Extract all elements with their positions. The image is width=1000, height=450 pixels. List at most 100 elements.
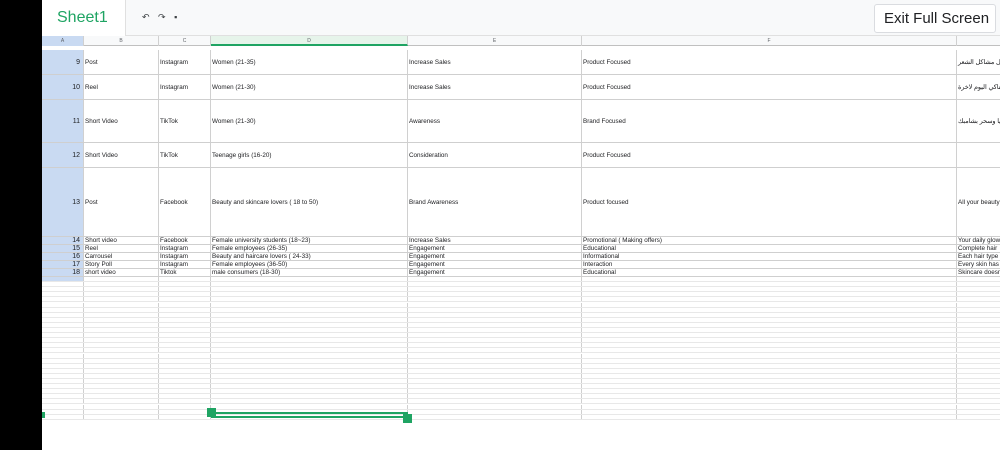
empty-cell[interactable] [84,322,159,327]
empty-cell[interactable] [957,394,1000,398]
empty-cell[interactable] [159,277,211,282]
spreadsheet-grid[interactable]: ABCDEF 109PostInstagramWomen (21-35)Incr… [42,36,1000,450]
cell-id[interactable]: 9 [42,50,84,74]
empty-cell[interactable] [582,333,957,338]
empty-cell[interactable] [211,394,408,399]
cell-audience[interactable]: Women (21-30) [211,100,408,142]
cell-type[interactable]: Short Video [84,100,159,142]
empty-cell[interactable] [84,414,159,419]
cell-id[interactable]: 12 [42,143,84,167]
empty-cell[interactable] [582,409,957,414]
empty-cell[interactable] [211,297,408,302]
empty-cell[interactable] [957,374,1000,378]
cell-platform[interactable]: Tiktok [159,269,211,276]
empty-cell[interactable] [159,297,211,302]
empty-cell[interactable] [957,308,1000,312]
cell-audience[interactable]: Female employees (36-50) [211,261,408,268]
empty-cell[interactable] [582,368,957,373]
empty-cell[interactable] [42,368,84,373]
empty-cell[interactable] [957,384,1000,388]
empty-cell[interactable] [211,404,408,409]
empty-cell[interactable] [84,338,159,343]
cell-focus[interactable]: Interaction [582,261,957,268]
empty-cell[interactable] [582,343,957,348]
empty-cell[interactable] [159,338,211,343]
empty-cell[interactable] [582,389,957,394]
empty-cell[interactable] [957,359,1000,363]
empty-cell[interactable] [42,343,84,348]
cell-focus[interactable]: Brand Focused [582,100,957,142]
empty-cell[interactable] [84,343,159,348]
empty-cell[interactable] [42,379,84,384]
cell-platform[interactable]: Facebook [159,237,211,244]
empty-cell[interactable] [42,394,84,399]
empty-cell[interactable] [42,282,84,287]
empty-cell[interactable] [957,415,1000,419]
empty-cell[interactable] [84,399,159,404]
empty-cell[interactable] [211,343,408,348]
cell-id[interactable]: 14 [42,237,84,244]
empty-cell[interactable] [582,373,957,378]
empty-cell[interactable] [159,343,211,348]
empty-cell[interactable] [159,307,211,312]
empty-cell[interactable] [957,389,1000,393]
empty-cell[interactable] [159,373,211,378]
empty-cell[interactable] [408,287,582,292]
empty-cell[interactable] [84,409,159,414]
empty-cell[interactable] [408,317,582,322]
empty-cell[interactable] [408,277,582,282]
empty-cell[interactable] [211,282,408,287]
empty-cell[interactable] [42,328,84,333]
empty-cell[interactable] [211,368,408,373]
empty-cell[interactable] [211,302,408,307]
empty-cell[interactable] [159,399,211,404]
empty-cell[interactable] [159,358,211,363]
empty-cell[interactable] [408,338,582,343]
column-header-e[interactable]: E [408,36,582,46]
empty-cell[interactable] [211,287,408,292]
empty-cell[interactable] [84,333,159,338]
column-header-f[interactable]: F [582,36,957,46]
empty-cell[interactable] [84,328,159,333]
empty-cell[interactable] [84,277,159,282]
cell-audience[interactable]: Women (21-35) [211,50,408,74]
empty-cell[interactable] [84,348,159,353]
empty-cell[interactable] [408,384,582,389]
cell-id[interactable]: 13 [42,168,84,236]
empty-cell[interactable] [42,292,84,297]
cell-audience[interactable]: male consumers (18-30) [211,269,408,276]
empty-cell[interactable] [84,368,159,373]
empty-cell[interactable] [159,328,211,333]
empty-cell[interactable] [159,353,211,358]
cell-type[interactable]: Short video [84,237,159,244]
empty-cell[interactable] [159,302,211,307]
cell-focus[interactable]: Educational [582,269,957,276]
empty-cell[interactable] [582,384,957,389]
empty-cell[interactable] [408,312,582,317]
selected-range[interactable] [211,412,408,418]
empty-cell[interactable] [42,317,84,322]
empty-cell[interactable] [42,338,84,343]
cell-type[interactable]: Post [84,50,159,74]
empty-cell[interactable] [84,292,159,297]
cell-platform[interactable]: Instagram [159,261,211,268]
empty-cell[interactable] [159,333,211,338]
empty-cell[interactable] [211,317,408,322]
empty-cell[interactable] [159,348,211,353]
cell-focus[interactable]: Product Focused [582,75,957,99]
empty-cell[interactable] [42,287,84,292]
cell-caption[interactable]: Skincare doesn [957,269,1000,276]
empty-cell[interactable] [408,404,582,409]
cell-type[interactable]: Carrousel [84,253,159,260]
cell-goal[interactable]: Increase Sales [408,237,582,244]
empty-cell[interactable] [42,322,84,327]
exit-full-screen-button[interactable]: Exit Full Screen [874,4,996,33]
cell-audience[interactable]: Female university students (18~23) [211,237,408,244]
empty-cell[interactable] [582,379,957,384]
empty-cell[interactable] [408,394,582,399]
empty-cell[interactable] [408,363,582,368]
empty-cell[interactable] [957,405,1000,409]
selection-handle-end[interactable] [403,414,412,423]
empty-cell[interactable] [408,348,582,353]
column-header-d[interactable]: D [211,36,408,46]
